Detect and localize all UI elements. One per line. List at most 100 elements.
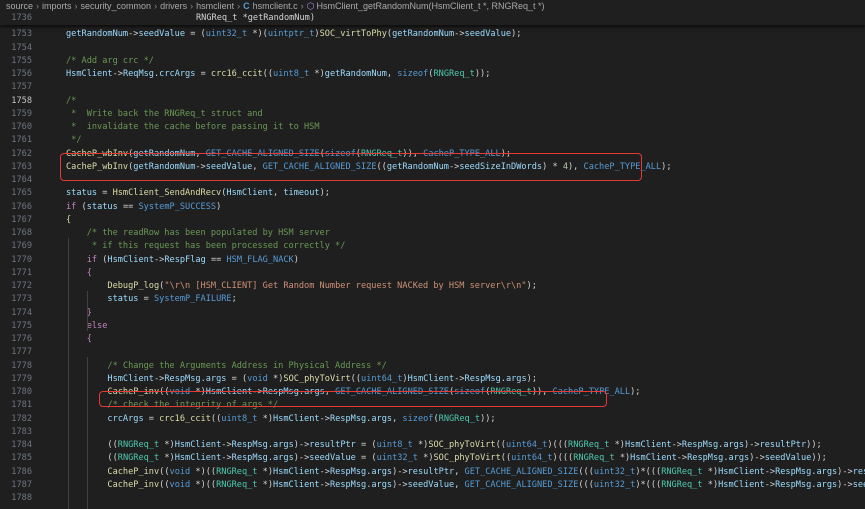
code-line[interactable]: 1779 HsmClient->RespMsg.args = (void *)S… (0, 373, 865, 386)
line-number: 1772 (11, 281, 32, 291)
code-line[interactable]: 1786 CacheP_inv((void *)((RNGReq_t *)Hsm… (0, 466, 865, 479)
code-text: if (status == SystemP_SUCCESS) (66, 201, 222, 212)
code-line[interactable]: 1765 status = HsmClient_SendAndRecv(HsmCl… (0, 187, 865, 200)
breadcrumb-item[interactable]: security_common (81, 1, 152, 11)
breadcrumb-item[interactable]: imports (42, 1, 72, 11)
breadcrumb-chevron-icon: › (36, 1, 40, 11)
code-line[interactable]: 1753 getRandomNum->seedValue = (uint32_t … (0, 28, 865, 41)
indent-guide (87, 291, 88, 331)
code-lines[interactable]: 1752getRandomNum->resultPtr = (uint8_t *… (0, 15, 865, 505)
line-number: 1773 (11, 294, 32, 305)
code-line[interactable]: 1755 /* Add arg crc */ (0, 55, 865, 68)
line-number: 1760 (11, 122, 32, 132)
code-text: DebugP_log("\r\n [HSM_CLIENT] Get Random… (107, 281, 537, 291)
code-text: /* Add arg crc */ (66, 55, 154, 66)
code-line[interactable]: 1787 CacheP_inv((void *)((RNGReq_t *)Hsm… (0, 479, 865, 492)
line-number: 1754 (11, 42, 32, 53)
code-line[interactable]: 1763 CacheP_wbInv(getRandomNum->seedValue… (0, 161, 865, 174)
code-line[interactable]: 1777 (0, 346, 865, 359)
code-line[interactable]: 1774 } (0, 307, 865, 320)
line-number: 1785 (11, 453, 32, 464)
code-text: /* Change the Arguments Address in Physi… (107, 360, 387, 371)
breadcrumb-file[interactable]: hsmclient.c (253, 1, 298, 11)
indent-guide (87, 357, 88, 509)
code-line[interactable]: 1767 { (0, 214, 865, 227)
line-number: 1759 (11, 108, 32, 119)
breadcrumb-chevron-icon: › (300, 1, 304, 11)
line-number: 1761 (11, 135, 32, 146)
breadcrumb-item[interactable]: drivers (160, 1, 187, 11)
line-number: 1757 (11, 82, 32, 93)
line-number: 1780 (11, 387, 32, 397)
code-line[interactable]: 1783 (0, 426, 865, 439)
code-text: status = HsmClient_SendAndRecv(HsmClient… (66, 188, 330, 199)
line-number: 1778 (11, 360, 32, 371)
breadcrumb-item[interactable]: hsmclient (196, 1, 234, 11)
function-symbol-icon: ⬡ (306, 1, 315, 11)
code-line[interactable]: 1785 ((RNGReq_t *)HsmClient->RespMsg.arg… (0, 452, 865, 465)
code-text: CacheP_inv((void *)((RNGReq_t *)HsmClien… (107, 479, 865, 490)
code-text: ((RNGReq_t *)HsmClient->RespMsg.args)->r… (107, 440, 822, 450)
code-line[interactable]: 1781 /* check the integrity of args */ (0, 399, 865, 412)
line-number: 1756 (11, 69, 32, 79)
code-line[interactable]: 1766 if (status == SystemP_SUCCESS) (0, 201, 865, 214)
code-line[interactable]: 1770 if (HsmClient->RespFlag == HSM_FLAG… (0, 254, 865, 267)
breadcrumb-item[interactable]: source (6, 1, 33, 11)
code-line[interactable]: 1758 /* (0, 95, 865, 108)
code-line[interactable]: 1760 * invalidate the cache before passi… (0, 121, 865, 134)
code-line[interactable]: 1773 status = SystemP_FAILURE; (0, 293, 865, 306)
code-text: * Write back the RNGReq_t struct and (66, 108, 263, 119)
code-text: status = SystemP_FAILURE; (107, 294, 237, 305)
code-line[interactable]: 1768 /* the readRow has been populated b… (0, 227, 865, 240)
code-line[interactable]: 1764 (0, 174, 865, 187)
code-line[interactable]: 1780 CacheP_inv((void *)HsmClient->RespM… (0, 386, 865, 399)
sticky-scroll-header[interactable]: 1736 RNGReq_t *getRandomNum) (0, 12, 865, 25)
code-line[interactable]: 1754 (0, 42, 865, 55)
code-text: */ (66, 135, 82, 146)
code-text: CacheP_inv((void *)HsmClient->RespMsg.ar… (107, 387, 641, 397)
breadcrumb-function[interactable]: HsmClient_getRandomNum(HsmClient_t *, RN… (316, 1, 544, 11)
code-line[interactable]: 1757 (0, 81, 865, 94)
breadcrumb-chevron-icon: › (154, 1, 158, 11)
code-line[interactable]: 1772 DebugP_log("\r\n [HSM_CLIENT] Get R… (0, 280, 865, 293)
code-line[interactable]: 1771 { (0, 267, 865, 280)
line-number: 1782 (11, 413, 32, 424)
code-text: getRandomNum->seedValue = (uint32_t *)(u… (66, 29, 522, 40)
code-line[interactable]: 1769 * if this request has been processe… (0, 240, 865, 253)
code-text: /* check the integrity of args */ (107, 400, 279, 411)
code-text: { (66, 214, 72, 225)
line-number: 1784 (11, 440, 32, 450)
line-number: 1753 (11, 29, 32, 40)
code-text: /* (66, 95, 77, 106)
code-text: { (86, 334, 92, 344)
code-line[interactable]: 1775 else (0, 320, 865, 333)
code-line[interactable]: 1788 (0, 492, 865, 505)
line-number: 1770 (11, 254, 32, 265)
code-line[interactable]: 1762 CacheP_wbInv(getRandomNum, GET_CACHE… (0, 148, 865, 161)
code-line[interactable]: 1759 * Write back the RNGReq_t struct an… (0, 108, 865, 121)
breadcrumb-chevron-icon: › (237, 1, 241, 11)
code-line[interactable]: 1784 ((RNGReq_t *)HsmClient->RespMsg.arg… (0, 439, 865, 452)
breadcrumb-chevron-icon: › (190, 1, 194, 11)
line-number: 1736 (11, 13, 32, 23)
line-number: 1767 (11, 214, 32, 225)
line-number: 1775 (11, 320, 32, 331)
line-number: 1755 (11, 55, 32, 66)
code-text: { (86, 267, 92, 278)
code-text: CacheP_wbInv(getRandomNum, GET_CACHE_ALI… (66, 148, 512, 159)
line-number: 1783 (11, 426, 32, 437)
code-line[interactable]: 1778 /* Change the Arguments Address in … (0, 360, 865, 373)
c-file-icon: C (243, 1, 250, 11)
code-line[interactable]: 1776 { (0, 333, 865, 346)
code-line[interactable]: 1761 */ (0, 134, 865, 147)
code-editor[interactable]: 1736 RNGReq_t *getRandomNum) 1752getRando… (0, 12, 865, 509)
code-line[interactable]: 1756 HsmClient->ReqMsg.crcArgs = crc16_cc… (0, 68, 865, 81)
sticky-scroll-text: RNGReq_t *getRandomNum) (196, 13, 315, 23)
line-number: 1787 (11, 479, 32, 490)
code-line[interactable]: 1782 crcArgs = crc16_ccit((uint8_t *)Hsm… (0, 413, 865, 426)
code-text: * invalidate the cache before passing it… (66, 122, 320, 132)
code-text: * if this request has been processed cor… (86, 241, 346, 252)
code-text: } (86, 307, 92, 318)
line-number: 1769 (11, 241, 32, 252)
code-text: CacheP_inv((void *)((RNGReq_t *)HsmClien… (107, 466, 865, 477)
